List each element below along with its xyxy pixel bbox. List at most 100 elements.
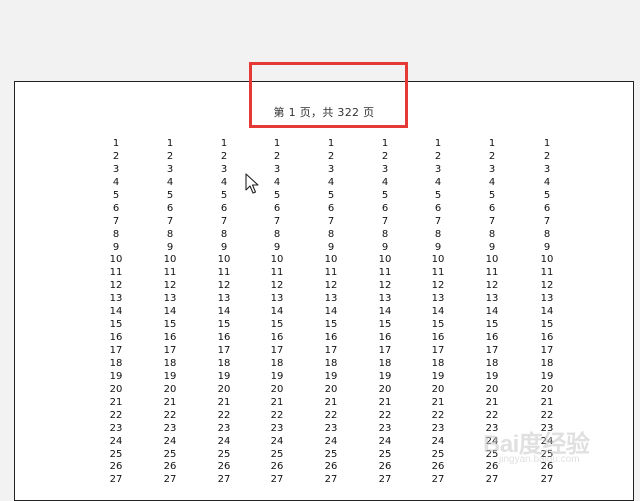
- number-cell: 19: [217, 370, 231, 382]
- number-cell: 18: [540, 357, 554, 369]
- number-cell: 5: [381, 189, 389, 201]
- number-cell: 3: [112, 163, 120, 175]
- number-cell: 14: [163, 306, 177, 318]
- number-cell: 22: [324, 409, 338, 421]
- number-cell: 12: [270, 280, 284, 292]
- number-cell: 10: [431, 254, 445, 266]
- number-cell: 12: [540, 280, 554, 292]
- number-cell: 8: [273, 228, 281, 240]
- number-cell: 16: [270, 332, 284, 344]
- number-cell: 6: [220, 202, 228, 214]
- number-cell: 11: [217, 267, 231, 279]
- number-cell: 19: [485, 370, 499, 382]
- number-cell: 13: [217, 293, 231, 305]
- number-cell: 14: [431, 306, 445, 318]
- number-cell: 23: [270, 422, 284, 434]
- watermark: Bai度经验 jingyan.baidu.com: [483, 420, 613, 468]
- number-cell: 3: [543, 163, 551, 175]
- number-cell: 8: [112, 228, 120, 240]
- number-cell: 9: [327, 241, 335, 253]
- number-cell: 23: [163, 422, 177, 434]
- number-cell: 24: [431, 435, 445, 447]
- number-cell: 13: [540, 293, 554, 305]
- number-cell: 12: [431, 280, 445, 292]
- number-cell: 13: [431, 293, 445, 305]
- number-cell: 16: [324, 332, 338, 344]
- number-cell: 24: [109, 435, 123, 447]
- number-cell: 17: [540, 345, 554, 356]
- number-cell: 20: [109, 383, 123, 395]
- number-cell: 2: [543, 150, 551, 162]
- number-cell: 18: [378, 357, 392, 369]
- number-cell: 11: [378, 267, 392, 279]
- number-cell: 20: [378, 383, 392, 395]
- number-cell: 9: [220, 241, 228, 253]
- number-cell: 26: [270, 461, 284, 473]
- number-cell: 14: [217, 306, 231, 318]
- number-cell: 2: [327, 150, 335, 162]
- number-cell: 7: [488, 215, 496, 227]
- number-cell: 3: [434, 163, 442, 175]
- number-cell: 20: [485, 383, 499, 395]
- number-cell: 18: [431, 357, 445, 369]
- number-cell: 27: [217, 474, 231, 486]
- number-cell: 18: [163, 357, 177, 369]
- number-cell: 4: [488, 176, 496, 188]
- number-cell: 3: [220, 163, 228, 175]
- number-cell: 17: [485, 345, 499, 356]
- number-cell: 17: [109, 345, 123, 356]
- number-cell: 2: [220, 150, 228, 162]
- number-cell: 5: [273, 189, 281, 201]
- number-cell: 15: [270, 319, 284, 331]
- number-column: 1 2 3 4 5 6 7 8 9 10 11 12 13 14 15 16 17 18 19 20 21 22 23 24 2…: [204, 138, 244, 487]
- number-cell: 7: [273, 215, 281, 227]
- number-cell: 16: [431, 332, 445, 344]
- number-cell: 16: [217, 332, 231, 344]
- number-cell: 5: [543, 189, 551, 201]
- number-cell: 1: [381, 138, 389, 149]
- number-cell: 27: [540, 474, 554, 486]
- number-cell: 16: [485, 332, 499, 344]
- number-cell: 7: [381, 215, 389, 227]
- number-cell: 9: [381, 241, 389, 253]
- number-cell: 21: [540, 396, 554, 408]
- number-cell: 11: [270, 267, 284, 279]
- number-column: 1 2 3 4 5 6 7 8 9 10 11 12 13 14 15 16 17 18 19 20 21 22 23 24 2…: [96, 138, 136, 487]
- number-cell: 17: [378, 345, 392, 356]
- number-cell: 11: [109, 267, 123, 279]
- number-cell: 1: [434, 138, 442, 149]
- number-cell: 17: [163, 345, 177, 356]
- number-cell: 12: [163, 280, 177, 292]
- number-cell: 17: [431, 345, 445, 356]
- number-cell: 2: [166, 150, 174, 162]
- watermark-url: jingyan.baidu.com: [499, 454, 580, 465]
- number-cell: 19: [270, 370, 284, 382]
- number-cell: 2: [273, 150, 281, 162]
- number-cell: 25: [109, 448, 123, 460]
- number-cell: 8: [543, 228, 551, 240]
- number-cell: 6: [327, 202, 335, 214]
- number-cell: 11: [431, 267, 445, 279]
- number-cell: 2: [434, 150, 442, 162]
- number-column: 1 2 3 4 5 6 7 8 9 10 11 12 13 14 15 16 17 18 19 20 21 22 23 24 2…: [418, 138, 458, 487]
- number-cell: 9: [543, 241, 551, 253]
- number-cell: 22: [217, 409, 231, 421]
- number-cell: 24: [217, 435, 231, 447]
- number-cell: 20: [163, 383, 177, 395]
- number-cell: 19: [540, 370, 554, 382]
- number-cell: 21: [109, 396, 123, 408]
- number-cell: 6: [434, 202, 442, 214]
- number-cell: 10: [163, 254, 177, 266]
- number-cell: 9: [488, 241, 496, 253]
- number-cell: 14: [324, 306, 338, 318]
- number-cell: 7: [166, 215, 174, 227]
- number-cell: 22: [270, 409, 284, 421]
- number-cell: 21: [378, 396, 392, 408]
- number-cell: 19: [109, 370, 123, 382]
- number-cell: 1: [327, 138, 335, 149]
- number-cell: 16: [109, 332, 123, 344]
- number-cell: 6: [543, 202, 551, 214]
- number-cell: 4: [434, 176, 442, 188]
- number-cell: 1: [220, 138, 228, 149]
- number-cell: 19: [324, 370, 338, 382]
